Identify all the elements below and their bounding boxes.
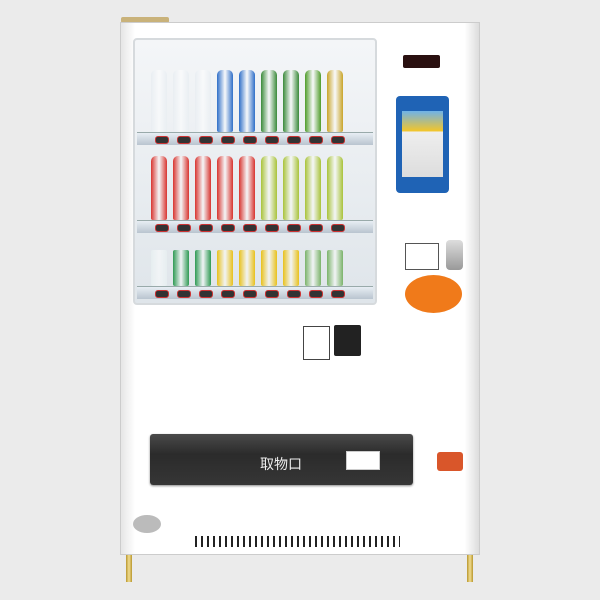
product-item [261,156,277,220]
select-button[interactable] [177,290,191,298]
product-item [151,156,167,220]
product-item [217,250,233,286]
select-button[interactable] [309,136,323,144]
product-item [283,156,299,220]
bill-acceptor[interactable] [303,326,330,360]
product-item [195,156,211,220]
product-item [239,70,255,132]
touchscreen[interactable] [396,96,449,193]
display-window [133,38,377,305]
product-item [305,156,321,220]
pickup-label: 取物口 [260,457,302,473]
product-item [327,156,343,220]
product-item [151,70,167,132]
select-button[interactable] [177,136,191,144]
product-item [195,250,211,286]
product-item [173,156,189,220]
select-button[interactable] [243,136,257,144]
product-item [261,250,277,286]
product-item [305,250,321,286]
product-item [327,250,343,286]
select-button[interactable] [199,290,213,298]
product-item [283,70,299,132]
product-item [239,156,255,220]
select-button[interactable] [221,224,235,232]
select-button[interactable] [309,224,323,232]
select-button[interactable] [243,224,257,232]
select-button[interactable] [177,224,191,232]
select-button[interactable] [155,290,169,298]
product-item [217,156,233,220]
product-item [173,250,189,286]
foot-right [467,555,473,582]
product-item [173,70,189,132]
brand-logo [133,515,161,533]
coin-slot[interactable] [405,275,462,313]
door-lock[interactable] [446,240,463,270]
product-item [217,70,233,132]
touchscreen-display[interactable] [402,111,443,177]
select-button[interactable] [243,290,257,298]
select-button[interactable] [155,136,169,144]
select-button[interactable] [331,224,345,232]
select-button[interactable] [221,136,235,144]
shelf [137,220,373,233]
select-button[interactable] [331,136,345,144]
product-item [305,70,321,132]
product-item [327,70,343,132]
product-item [261,70,277,132]
select-button[interactable] [199,224,213,232]
sticker-panel [405,243,439,270]
pickup-port[interactable]: 取物口 [150,434,413,485]
shelf [137,132,373,145]
select-button[interactable] [287,224,301,232]
product-item [195,70,211,132]
select-button[interactable] [265,290,279,298]
vent-grille [195,536,400,547]
hand-icon [346,451,380,470]
product-item [239,250,255,286]
select-button[interactable] [221,290,235,298]
led-display [403,55,440,68]
select-button[interactable] [155,224,169,232]
pickup-hint-icon [437,452,463,471]
select-button[interactable] [199,136,213,144]
foot-left [126,555,132,582]
select-button[interactable] [309,290,323,298]
select-button[interactable] [287,290,301,298]
select-button[interactable] [265,136,279,144]
select-button[interactable] [265,224,279,232]
card-reader[interactable] [334,325,361,356]
select-button[interactable] [287,136,301,144]
shelf [137,286,373,299]
select-button[interactable] [331,290,345,298]
product-item [283,250,299,286]
product-item [151,250,167,286]
